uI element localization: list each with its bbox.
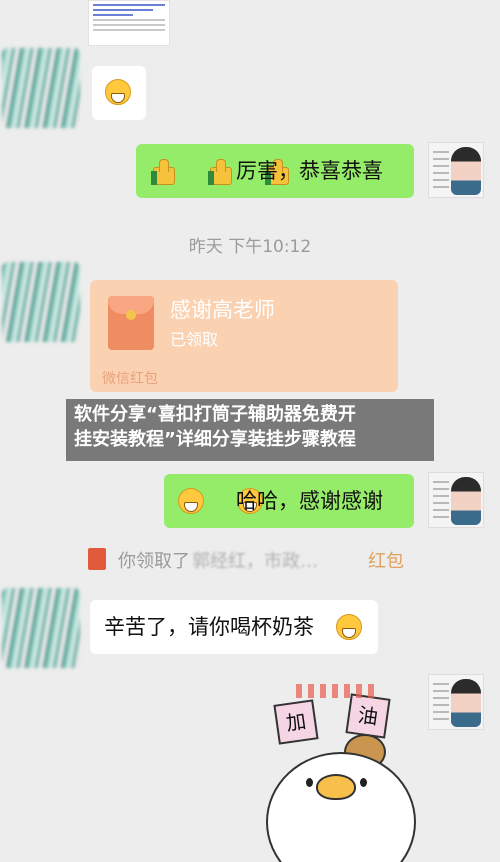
sticker-decoration	[296, 684, 376, 698]
sticker-duck-eye	[360, 778, 367, 787]
my-avatar[interactable]	[428, 674, 484, 730]
red-packet-small-icon	[88, 548, 106, 570]
thumbs-up-icon	[208, 159, 233, 185]
red-packet-status: 已领取	[170, 330, 219, 349]
red-packet-title: 感谢高老师	[170, 298, 275, 322]
sticker-text: 油	[356, 702, 380, 730]
my-avatar[interactable]	[428, 472, 484, 528]
doc-line	[93, 9, 153, 11]
sticker-duck-body	[266, 752, 416, 862]
thumbs-up-icon	[151, 159, 175, 185]
message-text: 辛苦了，请你喝杯奶茶	[104, 615, 314, 639]
message-bubble-congrats[interactable]: 厉害，恭喜恭喜	[136, 144, 414, 198]
sticker-sign-left: 加	[273, 699, 319, 745]
message-text: 厉害，恭喜恭喜	[236, 159, 383, 183]
notice-suffix[interactable]: 红包	[368, 547, 404, 573]
grin-emoji-icon	[105, 79, 131, 105]
contact-avatar[interactable]	[2, 48, 80, 128]
sticker-sign-right: 油	[345, 693, 391, 739]
message-bubble-emoji[interactable]	[92, 66, 146, 120]
sticker-jiayou[interactable]: 加 油	[252, 676, 422, 862]
sticker-duck-eye	[306, 778, 313, 787]
doc-line	[93, 4, 165, 6]
red-packet-footer: 微信红包	[102, 371, 158, 387]
red-packet-icon	[108, 296, 154, 350]
message-bubble-tea[interactable]: 辛苦了，请你喝杯奶茶	[90, 600, 378, 654]
document-thumbnail[interactable]	[88, 0, 170, 46]
grin-emoji-icon	[336, 614, 362, 640]
doc-line	[93, 19, 165, 21]
doc-line	[93, 24, 165, 26]
banner-line: 挂安装教程”详细分享装挂步骤教程	[74, 429, 356, 450]
sticker-text: 加	[284, 708, 308, 736]
blush-emoji-icon	[178, 488, 204, 514]
my-avatar[interactable]	[428, 142, 484, 198]
notice-prefix: 你领取了	[118, 551, 190, 572]
banner-line: 软件分享“喜扣打筒子辅助器免费开	[74, 404, 356, 425]
title-banner: 软件分享“喜扣打筒子辅助器免费开 挂安装教程”详细分享装挂步骤教程	[66, 399, 434, 461]
message-bubble-thanks[interactable]: 哈哈，感谢感谢	[164, 474, 414, 528]
doc-line	[93, 14, 133, 16]
notice-name[interactable]: 郭经红，市政…	[192, 547, 318, 573]
sticker-duck-beak	[316, 774, 356, 800]
message-text: 哈哈，感谢感谢	[236, 489, 383, 513]
contact-avatar[interactable]	[2, 262, 80, 342]
doc-line	[93, 29, 165, 31]
timestamp: 昨天 下午10:12	[188, 237, 312, 257]
contact-avatar[interactable]	[2, 588, 80, 668]
red-packet-card[interactable]: 感谢高老师 已领取 微信红包	[90, 280, 398, 392]
